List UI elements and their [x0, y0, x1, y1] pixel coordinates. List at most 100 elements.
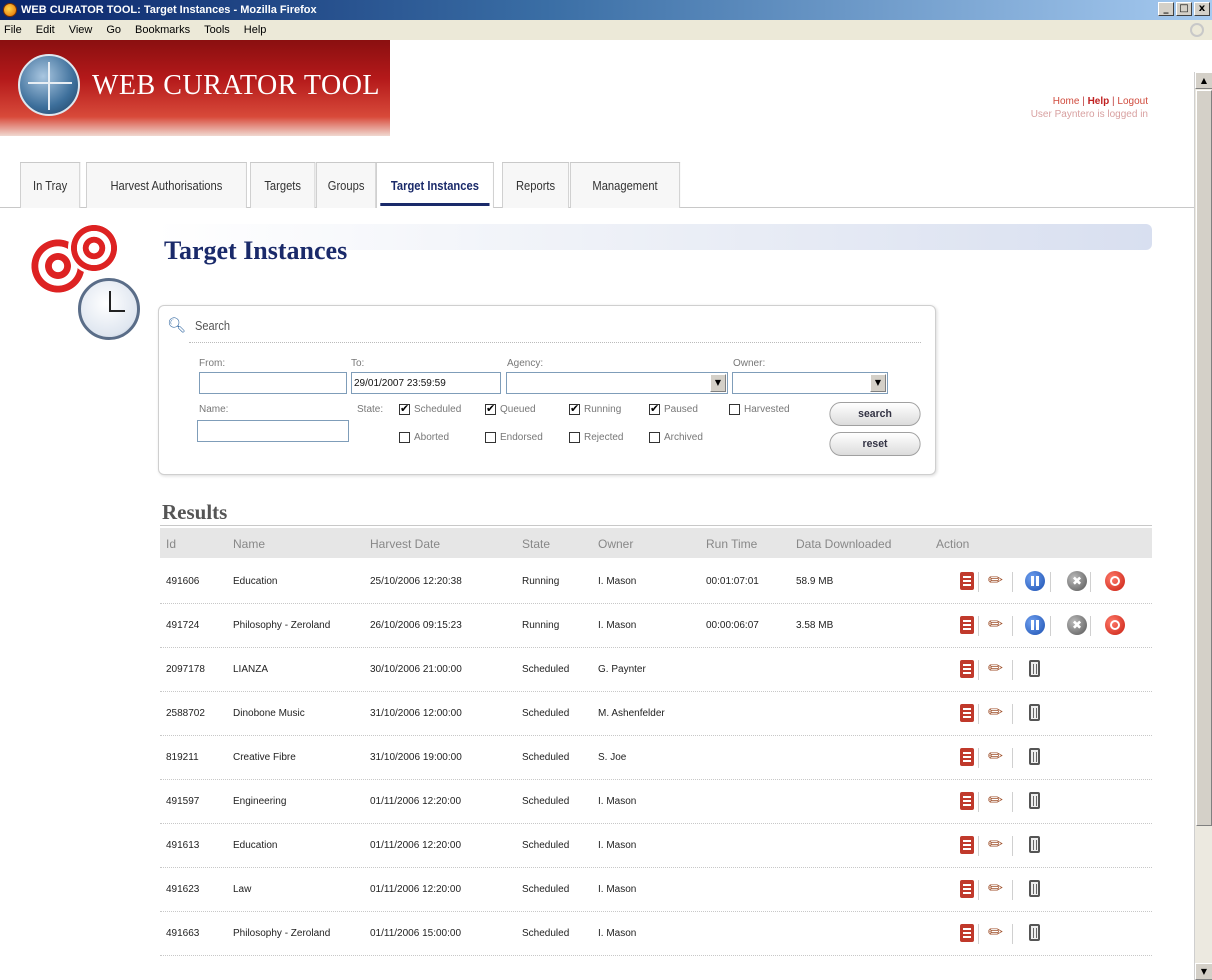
cell-harvest-date: 31/10/2006 19:00:00: [370, 752, 462, 763]
view-action-button[interactable]: [956, 570, 978, 592]
view-action-button[interactable]: [956, 658, 978, 680]
delete-action-button[interactable]: [1024, 746, 1046, 768]
checkbox-label: Archived: [664, 432, 703, 443]
tab-groups[interactable]: Groups: [316, 162, 377, 208]
checkbox-box[interactable]: [569, 402, 580, 415]
state-archived-checkbox[interactable]: Archived: [649, 432, 703, 443]
scroll-thumb[interactable]: [1196, 90, 1212, 826]
delete-action-button[interactable]: [1024, 658, 1046, 680]
edit-action-button[interactable]: ✏: [986, 614, 1008, 636]
stop-action-button[interactable]: ✖: [1066, 570, 1088, 592]
from-input[interactable]: [199, 372, 347, 394]
delete-trash-icon: [1029, 660, 1040, 677]
menu-edit[interactable]: Edit: [36, 24, 55, 36]
state-scheduled-checkbox[interactable]: Scheduled: [399, 402, 461, 415]
state-running-checkbox[interactable]: Running: [569, 402, 621, 415]
state-aborted-checkbox[interactable]: Aborted: [399, 432, 449, 443]
name-input[interactable]: [197, 420, 349, 442]
action-separator: [978, 836, 979, 856]
view-action-button[interactable]: [956, 614, 978, 636]
view-action-button[interactable]: [956, 746, 978, 768]
edit-action-button[interactable]: ✏: [986, 746, 1008, 768]
menu-view[interactable]: View: [69, 24, 93, 36]
checkbox-box[interactable]: [569, 432, 580, 443]
checkbox-box[interactable]: [399, 432, 410, 443]
table-row[interactable]: 491623 Law 01/11/2006 12:20:00 Scheduled I. …: [160, 868, 1152, 912]
scroll-down-arrow-icon[interactable]: ▼: [1195, 963, 1212, 980]
view-action-button[interactable]: [956, 702, 978, 724]
minimize-button[interactable]: _: [1158, 2, 1174, 16]
checkbox-box[interactable]: [399, 402, 410, 415]
column-header-action: Action: [936, 537, 970, 551]
tab-targets[interactable]: Targets: [250, 162, 316, 208]
edit-action-button[interactable]: ✏: [986, 790, 1008, 812]
menu-tools[interactable]: Tools: [204, 24, 230, 36]
view-action-button[interactable]: [956, 790, 978, 812]
table-row[interactable]: 2588702 Dinobone Music 31/10/2006 12:00:00…: [160, 692, 1152, 736]
vertical-scrollbar[interactable]: ▲ ▼: [1194, 72, 1212, 980]
table-row[interactable]: 819211 Creative Fibre 31/10/2006 19:00:00 S…: [160, 736, 1152, 780]
home-link[interactable]: Home: [1053, 96, 1080, 107]
checkbox-box[interactable]: [649, 432, 660, 443]
agency-select[interactable]: ▼: [506, 372, 728, 394]
view-action-button[interactable]: [956, 922, 978, 944]
state-harvested-checkbox[interactable]: Harvested: [729, 404, 790, 415]
table-row[interactable]: 491606 Education 25/10/2006 12:20:38 Runnin…: [160, 560, 1152, 604]
edit-action-button[interactable]: ✏: [986, 878, 1008, 900]
state-rejected-checkbox[interactable]: Rejected: [569, 432, 623, 443]
menu-help[interactable]: Help: [244, 24, 267, 36]
checkbox-box[interactable]: [485, 432, 496, 443]
checkbox-box[interactable]: [649, 402, 660, 415]
edit-action-button[interactable]: ✏: [986, 834, 1008, 856]
table-row[interactable]: 491597 Engineering 01/11/2006 12:20:00 Sche…: [160, 780, 1152, 824]
table-row[interactable]: 2097178 LIANZA 30/10/2006 21:00:00 Schedule…: [160, 648, 1152, 692]
action-separator: [978, 748, 979, 768]
view-action-button[interactable]: [956, 878, 978, 900]
edit-action-button[interactable]: ✏: [986, 922, 1008, 944]
edit-action-button[interactable]: ✏: [986, 570, 1008, 592]
view-action-button[interactable]: [956, 834, 978, 856]
close-button[interactable]: x: [1194, 2, 1210, 16]
state-queued-checkbox[interactable]: Queued: [485, 402, 536, 415]
abort-action-button[interactable]: [1104, 614, 1126, 636]
delete-action-button[interactable]: [1024, 922, 1046, 944]
menu-go[interactable]: Go: [106, 24, 121, 36]
tab-management[interactable]: Management: [570, 162, 681, 208]
chevron-down-icon[interactable]: ▼: [710, 374, 726, 392]
help-link[interactable]: Help: [1088, 96, 1110, 107]
menu-bookmarks[interactable]: Bookmarks: [135, 24, 190, 36]
edit-action-button[interactable]: ✏: [986, 658, 1008, 680]
menu-file[interactable]: File: [4, 24, 22, 36]
checkbox-box[interactable]: [729, 404, 740, 415]
chevron-down-icon[interactable]: ▼: [870, 374, 886, 392]
delete-action-button[interactable]: [1024, 834, 1046, 856]
owner-select[interactable]: ▼: [732, 372, 888, 394]
state-label: State:: [357, 404, 384, 415]
delete-action-button[interactable]: [1024, 878, 1046, 900]
delete-action-button[interactable]: [1024, 790, 1046, 812]
stop-action-button[interactable]: ✖: [1066, 614, 1088, 636]
window-titlebar: WEB CURATOR TOOL: Target Instances - Moz…: [0, 0, 1212, 20]
table-row[interactable]: 491663 Philosophy - Zeroland 01/11/2006 15…: [160, 912, 1152, 956]
search-button[interactable]: search: [829, 402, 921, 426]
tab-reports[interactable]: Reports: [502, 162, 570, 208]
pause-action-button[interactable]: [1024, 570, 1046, 592]
table-row[interactable]: 491724 Philosophy - Zeroland 26/10/2006 09…: [160, 604, 1152, 648]
logout-link[interactable]: Logout: [1117, 96, 1148, 107]
cell-run-time: 00:01:07:01: [706, 576, 759, 587]
state-endorsed-checkbox[interactable]: Endorsed: [485, 432, 543, 443]
delete-action-button[interactable]: [1024, 702, 1046, 724]
to-input[interactable]: [351, 372, 501, 394]
tab-target-instances[interactable]: Target Instances: [376, 162, 494, 208]
reset-button[interactable]: reset: [829, 432, 921, 456]
pause-action-button[interactable]: [1024, 614, 1046, 636]
checkbox-box[interactable]: [485, 402, 496, 415]
table-row[interactable]: 491613 Education 01/11/2006 12:20:00 Schedu…: [160, 824, 1152, 868]
state-paused-checkbox[interactable]: Paused: [649, 402, 698, 415]
edit-action-button[interactable]: ✏: [986, 702, 1008, 724]
scroll-up-arrow-icon[interactable]: ▲: [1195, 72, 1212, 89]
tab-harvest-authorisations[interactable]: Harvest Authorisations: [86, 162, 247, 208]
maximize-button[interactable]: □: [1176, 2, 1192, 16]
abort-action-button[interactable]: [1104, 570, 1126, 592]
tab-in-tray[interactable]: In Tray: [20, 162, 81, 208]
